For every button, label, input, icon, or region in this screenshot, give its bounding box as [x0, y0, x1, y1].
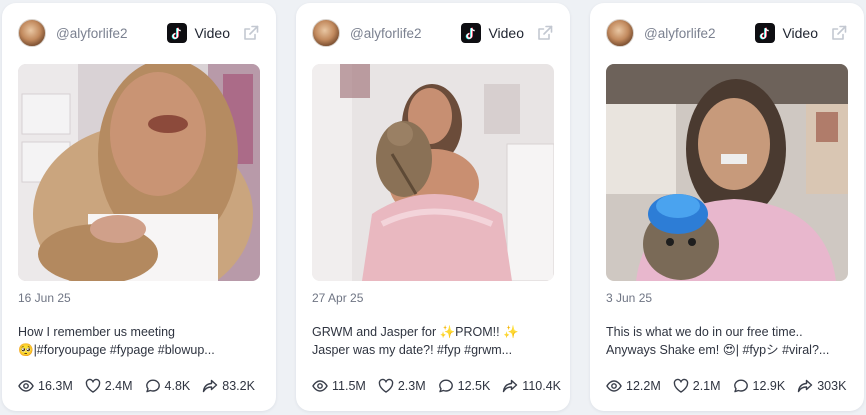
- stats-row: 16.3M 2.4M 4.8K 83.2K: [18, 378, 267, 394]
- platform-badge: Video: [167, 23, 260, 43]
- comment-icon: [733, 379, 748, 393]
- external-link-icon[interactable]: [830, 24, 848, 42]
- tiktok-icon: [461, 23, 482, 43]
- video-caption: How I remember us meeting 🥺|#foryoupage …: [18, 323, 258, 359]
- shares-stat: 303K: [797, 378, 846, 394]
- stats-row: 12.2M 2.1M 12.9K 303K: [606, 378, 858, 394]
- comment-icon: [438, 379, 453, 393]
- eye-icon: [606, 380, 622, 392]
- video-caption: GRWM and Jasper for ✨PROM!! ✨ Jasper was…: [312, 323, 552, 359]
- comments-count: 12.9K: [752, 379, 786, 393]
- platform-label: Video: [194, 25, 230, 41]
- shares-stat: 110.4K: [502, 378, 561, 394]
- video-thumbnail[interactable]: [18, 64, 260, 281]
- heart-icon: [378, 378, 394, 393]
- caption-line: 🥺|#foryoupage #fypage #blowup...: [18, 343, 215, 357]
- creator-handle[interactable]: @alyforlife2: [644, 26, 755, 41]
- views-count: 12.2M: [626, 379, 661, 393]
- video-caption: This is what we do in our free time.. An…: [606, 323, 846, 359]
- shares-count: 83.2K: [222, 379, 255, 393]
- platform-label: Video: [782, 25, 818, 41]
- post-date: 3 Jun 25: [606, 291, 653, 305]
- views-stat: 11.5M: [312, 378, 366, 394]
- external-link-icon[interactable]: [242, 24, 260, 42]
- avatar[interactable]: [18, 19, 46, 47]
- external-link-icon[interactable]: [536, 24, 554, 42]
- share-icon: [203, 379, 218, 393]
- eye-icon: [18, 380, 34, 392]
- shares-count: 303K: [817, 379, 847, 393]
- caption-line: How I remember us meeting: [18, 325, 176, 339]
- shares-count: 110.4K: [522, 379, 561, 393]
- heart-icon: [85, 378, 100, 393]
- platform-label: Video: [488, 25, 524, 41]
- post-date: 27 Apr 25: [312, 291, 364, 305]
- tiktok-icon: [755, 23, 776, 43]
- card-header: @alyforlife2 Video: [606, 17, 848, 49]
- views-count: 16.3M: [38, 379, 73, 393]
- video-thumbnail[interactable]: [312, 64, 554, 281]
- likes-stat: 2.3M: [378, 378, 426, 394]
- caption-line: Anyways Shake em! 😍| #fypシ #viral?...: [606, 343, 830, 357]
- comments-count: 4.8K: [164, 379, 191, 393]
- card-header: @alyforlife2 Video: [18, 17, 260, 49]
- creator-handle[interactable]: @alyforlife2: [56, 26, 167, 41]
- post-date: 16 Jun 25: [18, 291, 71, 305]
- comments-stat: 12.9K: [733, 378, 786, 394]
- likes-count: 2.1M: [692, 379, 721, 393]
- card-header: @alyforlife2 Video: [312, 17, 554, 49]
- caption-line: Jasper was my date?! #fyp #grwm...: [312, 343, 513, 357]
- likes-count: 2.3M: [397, 379, 426, 393]
- video-thumbnail[interactable]: [606, 64, 848, 281]
- share-icon: [503, 379, 518, 393]
- platform-badge: Video: [755, 23, 848, 43]
- stats-row: 11.5M 2.3M 12.5K 110.4K: [312, 378, 573, 394]
- platform-badge: Video: [461, 23, 554, 43]
- views-stat: 12.2M: [606, 378, 661, 394]
- comments-stat: 4.8K: [145, 378, 191, 394]
- comments-stat: 12.5K: [438, 378, 491, 394]
- views-count: 11.5M: [332, 379, 366, 393]
- likes-stat: 2.4M: [85, 378, 133, 394]
- comments-count: 12.5K: [457, 379, 491, 393]
- share-icon: [798, 379, 813, 393]
- heart-icon: [673, 378, 688, 393]
- tiktok-icon: [167, 23, 188, 43]
- likes-stat: 2.1M: [673, 378, 721, 394]
- caption-line: This is what we do in our free time..: [606, 325, 803, 339]
- video-card-1[interactable]: @alyforlife2 Video 16 Jun 25 How I remem…: [2, 3, 276, 411]
- avatar[interactable]: [312, 19, 340, 47]
- views-stat: 16.3M: [18, 378, 73, 394]
- caption-line: GRWM and Jasper for ✨PROM!! ✨: [312, 325, 519, 339]
- video-card-3[interactable]: @alyforlife2 Video 3 Jun 25 This is what…: [590, 3, 864, 411]
- video-card-2[interactable]: @alyforlife2 Video 27 Apr 25 GRWM and Ja…: [296, 3, 570, 411]
- shares-stat: 83.2K: [202, 378, 255, 394]
- likes-count: 2.4M: [104, 379, 133, 393]
- eye-icon: [312, 380, 328, 392]
- avatar[interactable]: [606, 19, 634, 47]
- creator-handle[interactable]: @alyforlife2: [350, 26, 461, 41]
- comment-icon: [145, 379, 160, 393]
